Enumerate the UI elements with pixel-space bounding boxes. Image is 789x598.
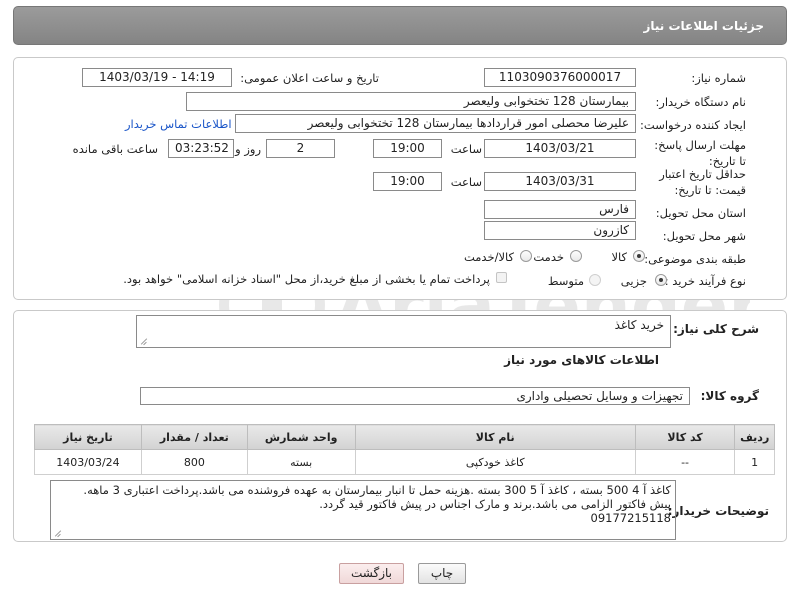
print-button[interactable]: چاپ xyxy=(418,563,466,584)
buyer-notes-line: کاغذ آ 4 500 بسته ، کاغذ آ 5 300 بسته .ه… xyxy=(83,483,671,497)
need-summary-value: خرید کاغذ xyxy=(614,318,664,332)
subject-category-label: طبقه بندی موضوعی: xyxy=(644,252,746,266)
goods-group-field: تجهیزات و وسایل تحصیلی واداری xyxy=(140,387,690,405)
category-goods-label: کالا xyxy=(611,250,627,264)
announce-datetime-label: تاریخ و ساعت اعلان عمومی: xyxy=(240,71,379,85)
request-creator-field: علیرضا محصلی امور قراردادها بیمارستان 12… xyxy=(235,114,636,133)
need-summary-textarea[interactable]: خرید کاغذ xyxy=(136,315,671,348)
category-service-label: خدمت xyxy=(533,250,564,264)
buyer-contact-link[interactable]: اطلاعات تماس خریدار xyxy=(125,117,232,131)
need-date-cell: 1403/03/24 xyxy=(34,449,142,475)
col-row-number: ردیف xyxy=(734,424,775,450)
process-medium-radio[interactable] xyxy=(589,274,601,286)
page-title: جزئیات اطلاعات نیاز xyxy=(643,19,764,33)
deadline-label: مهلت ارسال پاسخ: تا تاریخ: xyxy=(654,138,746,168)
request-creator-label: ایجاد کننده درخواست: xyxy=(640,118,746,132)
treasury-payment-checkbox[interactable] xyxy=(496,272,507,283)
buyer-notes-textarea[interactable]: کاغذ آ 4 500 بسته ، کاغذ آ 5 300 بسته .ه… xyxy=(50,480,676,540)
need-number-field: 1103090376000017 xyxy=(484,68,636,87)
delivery-province-label: استان محل تحویل: xyxy=(655,206,746,220)
goods-name-cell: کاغذ خودکپی xyxy=(354,449,636,475)
remaining-time-label: ساعت باقی مانده xyxy=(72,142,158,156)
buyer-notes-line: پیش فاکتور الزامی می باشد.برند و مارک اج… xyxy=(319,497,671,511)
quantity-cell: 800 xyxy=(140,449,248,475)
deadline-time-label: ساعت xyxy=(450,142,482,156)
table-row: 1 -- کاغذ خودکپی بسته 800 1403/03/24 xyxy=(34,449,775,475)
col-unit: واحد شمارش xyxy=(246,424,356,450)
col-need-date: تاریخ نیاز xyxy=(34,424,142,450)
goods-group-label: گروه کالا: xyxy=(700,389,759,403)
price-validity-date-field: 1403/03/31 xyxy=(484,172,636,191)
delivery-city-label: شهر محل تحویل: xyxy=(662,229,746,243)
process-medium-label: متوسط xyxy=(547,274,584,288)
buyer-notes-label: توضیحات خریدار: xyxy=(667,504,769,518)
buyer-notes-line: 09177215118 xyxy=(590,511,671,525)
price-validity-time-field: 19:00 xyxy=(373,172,442,191)
row-number-cell: 1 xyxy=(734,449,775,475)
goods-table: ردیف کد کالا نام کالا واحد شمارش تعداد /… xyxy=(34,424,775,475)
deadline-time-field: 19:00 xyxy=(373,139,442,158)
days-label: روز و xyxy=(235,142,261,156)
need-summary-label: شرح کلی نیاز: xyxy=(673,322,759,336)
col-quantity: تعداد / مقدار xyxy=(140,424,248,450)
need-number-label: شماره نیاز: xyxy=(691,71,746,85)
header-panel: جزئیات اطلاعات نیاز xyxy=(13,6,787,45)
col-goods-name: نام کالا xyxy=(354,424,636,450)
purchase-process-label: نوع فرآیند خرید : xyxy=(664,274,746,288)
goods-code-cell: -- xyxy=(634,449,736,475)
remaining-days-field: 2 xyxy=(266,139,335,158)
buyer-org-field: بیمارستان 128 تختخوابی ولیعصر xyxy=(186,92,636,111)
price-validity-time-label: ساعت xyxy=(450,175,482,189)
deadline-date-field: 1403/03/21 xyxy=(484,139,636,158)
remaining-time-field: 03:23:52 xyxy=(168,139,234,158)
category-goods-radio[interactable] xyxy=(633,250,645,262)
unit-cell: بسته xyxy=(246,449,356,475)
announce-datetime-field: 1403/03/19 - 14:19 xyxy=(82,68,232,87)
delivery-city-field: کازرون xyxy=(484,221,636,240)
col-goods-code: کد کالا xyxy=(634,424,736,450)
price-validity-label: حداقل تاریخ اعتبار قیمت: تا تاریخ: xyxy=(659,167,746,197)
back-button[interactable]: بازگشت xyxy=(339,563,404,584)
buyer-org-label: نام دستگاه خریدار: xyxy=(655,95,746,109)
category-goods-service-label: کالا/خدمت xyxy=(463,250,514,264)
category-goods-service-radio[interactable] xyxy=(520,250,532,262)
treasury-payment-note: پرداخت تمام یا بخشی از مبلغ خرید،از محل … xyxy=(123,272,490,286)
resize-handle-icon[interactable] xyxy=(54,529,62,537)
delivery-province-field: فارس xyxy=(484,200,636,219)
goods-table-header: ردیف کد کالا نام کالا واحد شمارش تعداد /… xyxy=(34,424,775,450)
process-minor-label: جزیی xyxy=(620,274,647,288)
resize-handle-icon[interactable] xyxy=(140,337,148,345)
goods-info-title: اطلاعات کالاهای مورد نیاز xyxy=(504,353,659,367)
category-service-radio[interactable] xyxy=(570,250,582,262)
process-minor-radio[interactable] xyxy=(655,274,667,286)
